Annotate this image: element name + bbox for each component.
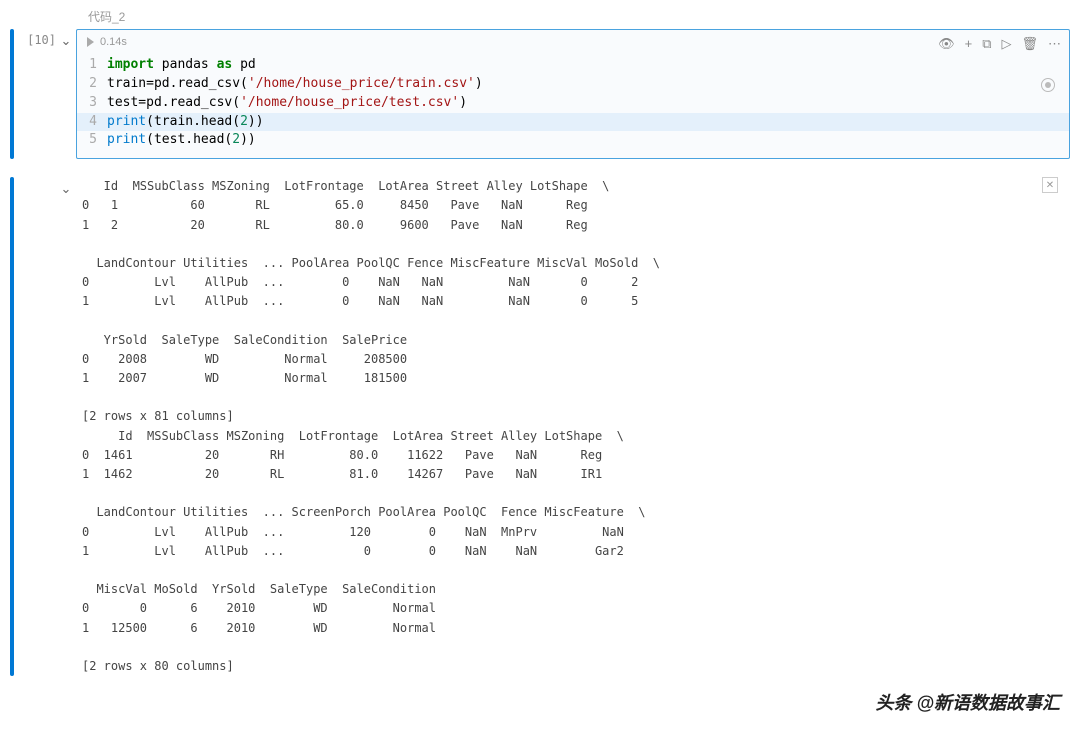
cell-indicator-bar bbox=[10, 29, 14, 159]
stdout-output: Id MSSubClass MSZoning LotFrontage LotAr… bbox=[76, 177, 1070, 676]
code-cell[interactable]: 👁 + ⧉ ▷ 🗑 ⋯ 0.14s 1import pandas as pd2t… bbox=[76, 29, 1070, 159]
watermark: 头条 @新语数据故事汇 bbox=[875, 689, 1060, 715]
play-icon[interactable] bbox=[87, 37, 94, 47]
close-output-icon[interactable]: ✕ bbox=[1042, 177, 1058, 193]
output-cell-row: ⌄ Id MSSubClass MSZoning LotFrontage Lot… bbox=[10, 177, 1070, 676]
line-number: 4 bbox=[77, 113, 107, 132]
code-content[interactable]: test=pd.read_csv('/home/house_price/test… bbox=[107, 94, 467, 113]
cell-toolbar: 👁 + ⧉ ▷ 🗑 ⋯ bbox=[938, 36, 1061, 52]
cell-title: 代码_2 bbox=[10, 8, 1070, 25]
code-line[interactable]: 5print(test.head(2)) bbox=[77, 131, 1069, 150]
line-number: 3 bbox=[77, 94, 107, 113]
more-actions-icon[interactable]: ⋯ bbox=[1048, 36, 1061, 52]
line-number: 2 bbox=[77, 75, 107, 94]
run-status: 0.14s bbox=[77, 30, 1069, 54]
split-cell-icon[interactable]: ⧉ bbox=[982, 36, 991, 52]
code-line[interactable]: 4print(train.head(2)) bbox=[77, 113, 1069, 132]
code-content[interactable]: print(test.head(2)) bbox=[107, 131, 256, 150]
output-indicator-bar bbox=[10, 177, 14, 676]
status-indicator-icon bbox=[1041, 78, 1055, 92]
output-spacer bbox=[20, 177, 56, 181]
code-line[interactable]: 3test=pd.read_csv('/home/house_price/tes… bbox=[77, 94, 1069, 113]
line-number: 1 bbox=[77, 56, 107, 75]
run-time: 0.14s bbox=[100, 36, 127, 48]
code-line[interactable]: 2train=pd.read_csv('/home/house_price/tr… bbox=[77, 75, 1069, 94]
notebook: 代码_2 [10] ⌄ 👁 + ⧉ ▷ 🗑 ⋯ 0.14s 1import pa… bbox=[0, 0, 1080, 684]
execution-count: [10] bbox=[20, 29, 56, 47]
collapse-output-toggle[interactable]: ⌄ bbox=[56, 177, 76, 197]
code-content[interactable]: train=pd.read_csv('/home/house_price/tra… bbox=[107, 75, 483, 94]
code-line[interactable]: 1import pandas as pd bbox=[77, 56, 1069, 75]
collapse-cell-toggle[interactable]: ⌄ bbox=[56, 29, 76, 49]
line-number: 5 bbox=[77, 131, 107, 150]
view-icon[interactable]: 👁 bbox=[938, 36, 955, 52]
code-content[interactable]: import pandas as pd bbox=[107, 56, 256, 75]
run-cell-icon[interactable]: ▷ bbox=[1001, 36, 1011, 52]
add-cell-icon[interactable]: + bbox=[965, 36, 973, 52]
code-editor[interactable]: 1import pandas as pd2train=pd.read_csv('… bbox=[77, 54, 1069, 158]
delete-cell-icon[interactable]: 🗑 bbox=[1021, 36, 1038, 52]
code-content[interactable]: print(train.head(2)) bbox=[107, 113, 264, 132]
code-cell-row: [10] ⌄ 👁 + ⧉ ▷ 🗑 ⋯ 0.14s 1import pandas … bbox=[10, 29, 1070, 159]
